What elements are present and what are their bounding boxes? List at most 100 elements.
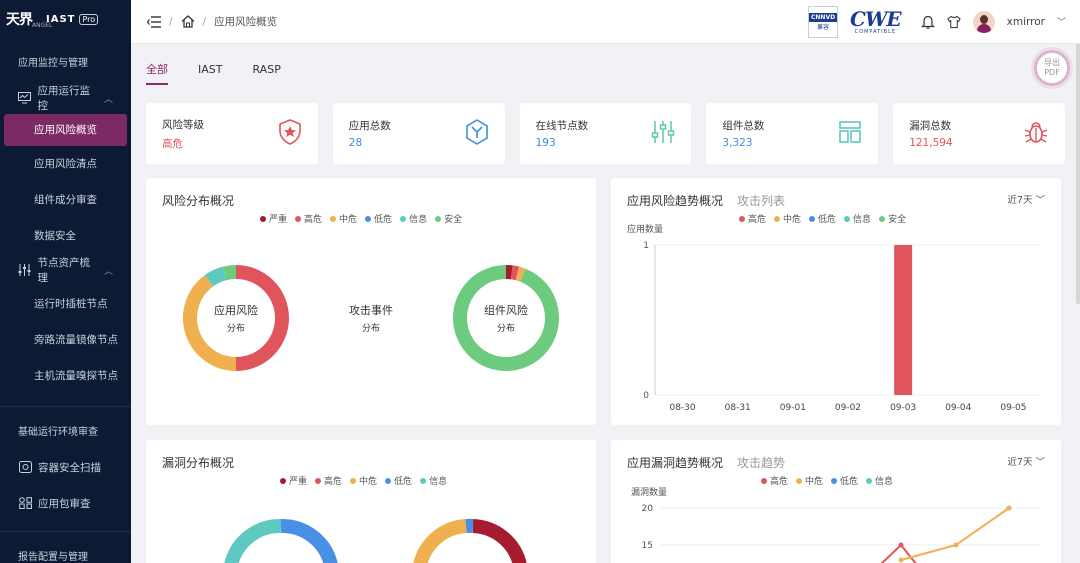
donut-slice[interactable] [222, 265, 237, 281]
vuln-distribution-panel: 漏洞分布概况 严重 高危 中危 低危 信息 [146, 440, 596, 563]
stat-card-component-total[interactable]: 组件总数 3,323 [706, 103, 879, 164]
y-axis-label: 应用数量 [627, 223, 663, 235]
nav-parent-node-assets[interactable]: 节点资产梳理 ︿ [0, 254, 131, 286]
logo-sub: ANGEL [32, 22, 53, 29]
bar[interactable] [894, 245, 913, 395]
app-risk-donut[interactable] [183, 265, 289, 371]
nav-item-mirror-nodes[interactable]: 旁路流量镜像节点 [0, 322, 131, 358]
breadcrumb-current: 应用风险概览 [214, 16, 278, 28]
vuln-donuts [224, 518, 527, 563]
breadcrumb-separator: / [202, 15, 207, 28]
stat-label: 应用总数 [348, 120, 391, 132]
data-point[interactable] [1006, 505, 1012, 511]
attack-event-sublabel: 分布 [362, 322, 380, 334]
shirt-icon[interactable] [946, 15, 961, 29]
stat-card-risk-level[interactable]: 风险等级 高危 [146, 103, 318, 164]
vuln-trend-chart: 漏洞数量 20 15 [631, 486, 1041, 563]
container-icon [18, 460, 32, 474]
cwe-badge: CWE COMPATIBLE [850, 6, 902, 35]
stat-label: 在线节点数 [535, 120, 589, 132]
nav-item-component-audit[interactable]: 组件成分审查 [0, 182, 131, 218]
monitor-icon [18, 91, 32, 105]
donut-label: 组件风险 [484, 303, 528, 317]
logo[interactable]: 天界 ANGEL IAST Pro [0, 0, 131, 38]
export-pdf-button[interactable]: 导出 PDF [1034, 50, 1070, 86]
bell-icon[interactable] [920, 15, 935, 29]
top-right: CNNVD 兼容 CWE COMPATIBLE xmirror ﹀ [808, 5, 1080, 38]
vuln-trend-panel: 应用漏洞趋势概况 攻击趋势 近7天 ﹀ 高危 中危 低危 信息 漏洞数量 20 1… [611, 440, 1061, 563]
sidebar: 天界 ANGEL IAST Pro 应用监控与管理 应用运行监控 ︿ 应用风险概… [0, 0, 131, 563]
sliders-icon [18, 263, 31, 277]
home-icon[interactable] [181, 15, 195, 29]
menu-collapse-icon[interactable] [147, 15, 161, 29]
cnnvd-badge: CNNVD 兼容 [808, 5, 839, 38]
donut-slice[interactable] [453, 265, 559, 371]
vuln-donut-segment[interactable] [280, 519, 338, 563]
nav-item-runtime-nodes[interactable]: 运行时插桩节点 [0, 286, 131, 322]
username[interactable]: xmirror [1007, 16, 1045, 28]
stat-value: 3,323 [722, 137, 753, 149]
nav-item-host-probe-nodes[interactable]: 主机流量嗅探节点 [0, 358, 131, 394]
layout-icon [838, 120, 862, 147]
donut-slice[interactable] [204, 266, 227, 287]
donut-slice[interactable] [235, 265, 289, 371]
stat-label: 组件总数 [722, 120, 765, 132]
x-tick-label: 09-05 [1000, 403, 1026, 413]
donut-slice[interactable] [183, 275, 237, 371]
package-icon [18, 496, 32, 510]
stat-card-vuln-total[interactable]: 漏洞总数 121,594 [893, 103, 1065, 164]
cnnvd-sub: 兼容 [817, 23, 830, 31]
divider [0, 531, 131, 532]
x-tick-label: 08-30 [669, 403, 695, 413]
vuln-donut-segment[interactable] [224, 519, 282, 563]
cwe-word: CWE [850, 6, 902, 31]
data-point[interactable] [898, 542, 904, 548]
vuln-donut-segment[interactable] [413, 519, 467, 563]
chevron-down-icon[interactable]: ﹀ [1057, 15, 1066, 28]
nav-item-risk-overview[interactable]: 应用风险概览 [4, 114, 127, 146]
divider [0, 406, 131, 407]
component-risk-donut[interactable] [453, 265, 559, 371]
avatar[interactable] [972, 10, 995, 33]
series-line-medium [900, 507, 1010, 561]
donut-slice[interactable] [515, 266, 526, 282]
attack-event-label: 攻击事件 [349, 303, 393, 317]
data-point[interactable] [898, 557, 904, 563]
hexagon-y-icon [465, 119, 489, 148]
y-axis-label: 漏洞数量 [631, 486, 667, 498]
donut-slice[interactable] [510, 265, 520, 281]
x-tick-label: 09-03 [890, 403, 916, 413]
nav-item-data-security[interactable]: 数据安全 [0, 218, 131, 254]
shield-star-icon [278, 119, 302, 148]
risk-trend-panel: 应用风险趋势概况 攻击列表 近7天 ﹀ 高危 中危 低危 信息 安全 应用数量 0… [611, 178, 1061, 425]
nav-item-risk-list[interactable]: 应用风险清点 [0, 146, 131, 182]
nav-parent-app-runtime-monitor[interactable]: 应用运行监控 ︿ [0, 82, 131, 114]
top-bar: / / 应用风险概览 CNNVD 兼容 CWE COMPATIBLE xmirr… [131, 0, 1080, 44]
export-label: 导出 [1044, 58, 1060, 67]
data-point[interactable] [953, 542, 959, 548]
vuln-donut-segment[interactable] [472, 519, 527, 563]
donut-sublabel: 分布 [227, 322, 245, 334]
scrollbar[interactable] [1076, 44, 1080, 304]
nav-group-app-monitoring: 应用监控与管理 [18, 58, 88, 69]
stats-row: 风险等级 高危 应用总数 28 在线节点数 193 组件总数 3,323 漏洞总… [146, 103, 1065, 164]
breadcrumb: / / 应用风险概览 [131, 14, 277, 29]
nav-item-package-audit[interactable]: 应用包审查 [0, 487, 131, 519]
x-tick-label: 09-01 [780, 403, 806, 413]
tab-iast[interactable]: IAST [198, 55, 222, 84]
donut-label: 应用风险 [214, 303, 258, 317]
tab-all[interactable]: 全部 [146, 53, 168, 85]
bug-icon [1023, 119, 1049, 148]
stat-card-app-total[interactable]: 应用总数 28 [332, 103, 505, 164]
stat-card-online-nodes[interactable]: 在线节点数 193 [519, 103, 692, 164]
cwe-sub: COMPATIBLE [854, 28, 897, 35]
nav-item-container-scan[interactable]: 容器安全扫描 [0, 451, 131, 483]
breadcrumb-separator: / [169, 15, 173, 28]
logo-edition: Pro [79, 13, 99, 25]
nav-group-runtime-env: 基础运行环境审查 [18, 427, 98, 438]
y-tick-label: 15 [642, 541, 653, 551]
logo-mark: 天界 [6, 12, 33, 28]
tab-rasp[interactable]: RASP [252, 55, 280, 84]
nav-group-report: 报告配置与管理 [18, 552, 88, 563]
sliders-icon [651, 119, 675, 148]
